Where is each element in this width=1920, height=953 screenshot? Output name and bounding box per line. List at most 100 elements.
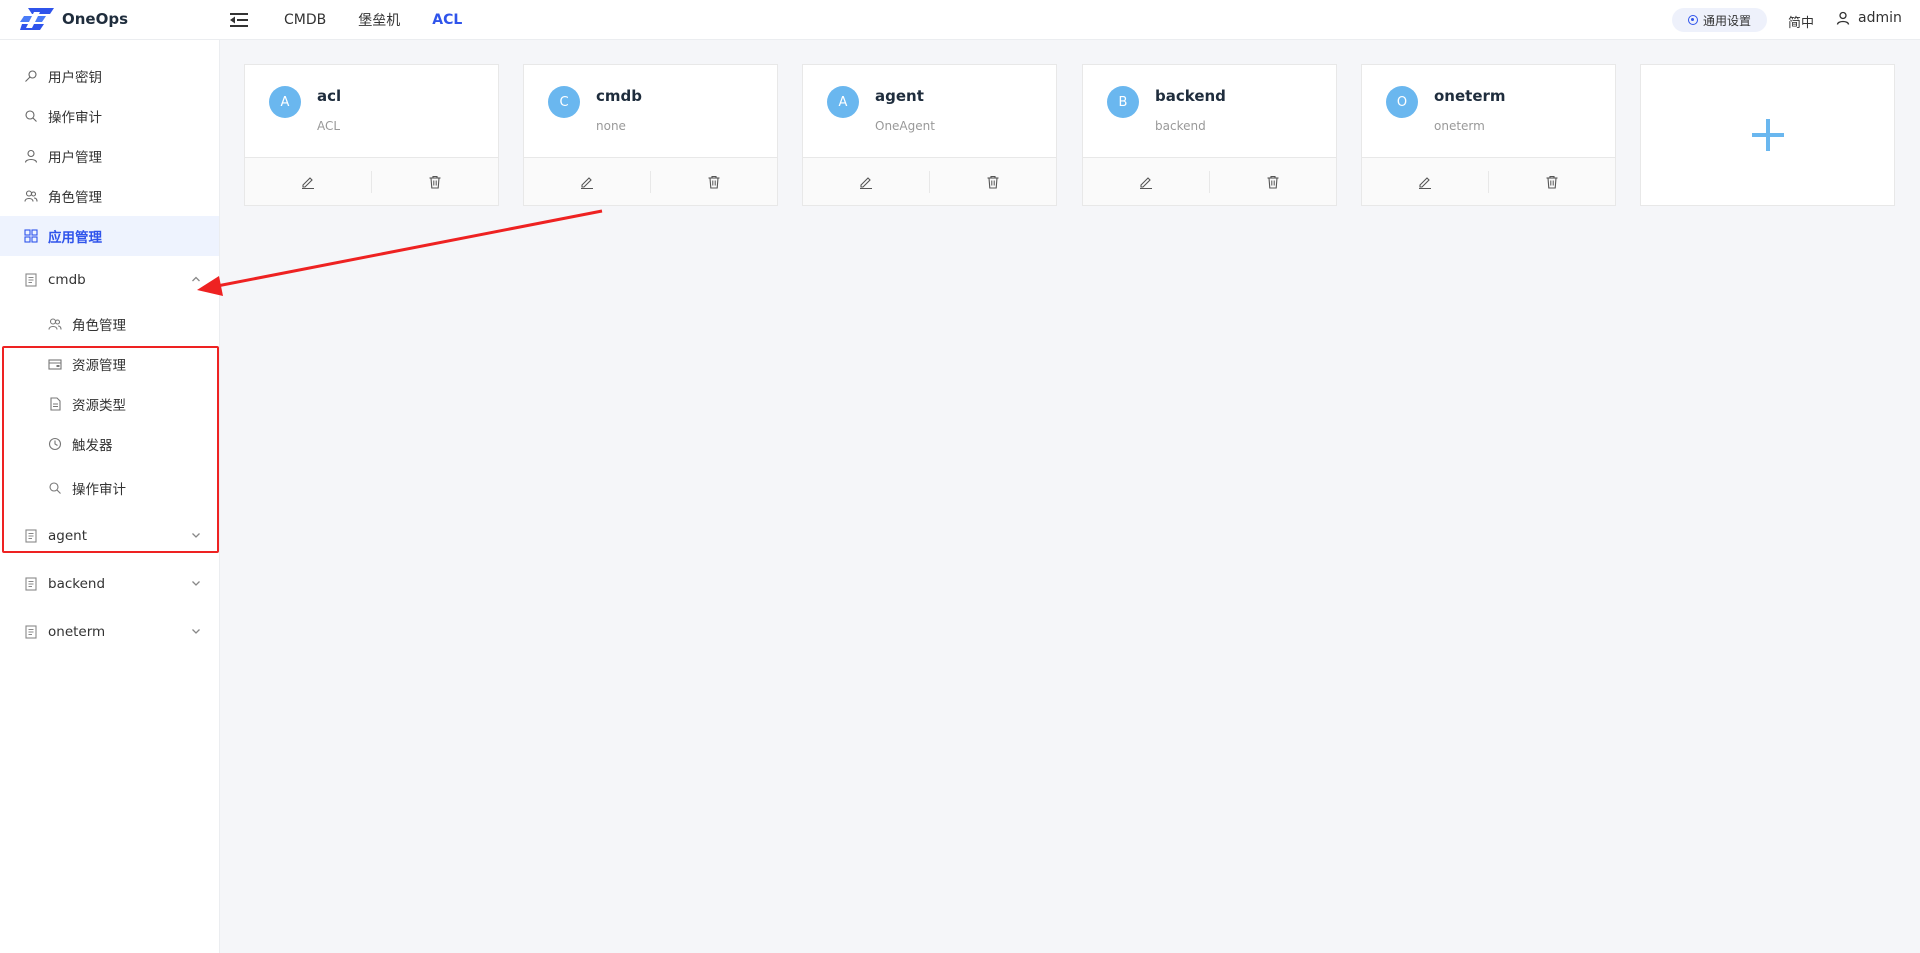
app-avatar: O (1386, 86, 1418, 118)
user-icon (24, 149, 38, 163)
nav-bastion[interactable]: 堡垒机 (358, 10, 400, 30)
sidebar-group-oneterm[interactable]: oneterm (0, 612, 219, 652)
app-card-oneterm[interactable]: O oneterm oneterm (1361, 64, 1616, 206)
edit-button[interactable] (1083, 170, 1209, 194)
edit-icon (1419, 176, 1431, 189)
sidebar-group-label: backend (48, 576, 106, 592)
sidebar-item-cmdb-resources[interactable]: 资源管理 (0, 344, 219, 384)
chevron-down-icon[interactable] (191, 530, 201, 540)
nav-cmdb[interactable]: CMDB (284, 12, 326, 28)
app-name: agent (875, 87, 924, 105)
delete-button[interactable] (1489, 170, 1615, 194)
sidebar-item-app-management[interactable]: 应用管理 (0, 216, 219, 256)
nav-acl[interactable]: ACL (432, 12, 462, 28)
app-card-actions (1083, 158, 1336, 205)
delete-button[interactable] (651, 170, 777, 194)
sidebar-item-user-keys[interactable]: 用户密钥 (0, 56, 219, 96)
sidebar-item-label: 触发器 (72, 438, 113, 454)
delete-button[interactable] (930, 170, 1056, 194)
app-avatar: A (269, 86, 301, 118)
sidebar-group-cmdb[interactable]: cmdb (0, 260, 219, 300)
add-app-button[interactable] (1640, 64, 1895, 206)
user-menu[interactable]: admin (1836, 10, 1902, 26)
document-icon (25, 577, 37, 591)
plus-icon (1751, 119, 1784, 151)
sidebar-item-label: 用户密钥 (48, 70, 102, 86)
sidebar-item-label: 资源类型 (72, 398, 126, 414)
chevron-down-icon[interactable] (191, 626, 201, 636)
sidebar-item-label: 资源管理 (72, 358, 126, 374)
oneops-logo-icon (20, 8, 54, 30)
edit-icon (581, 176, 593, 189)
app-description: OneAgent (875, 119, 935, 133)
document-icon (25, 625, 37, 639)
app-card-backend[interactable]: B backend backend (1082, 64, 1337, 206)
edit-button[interactable] (1362, 170, 1488, 194)
sidebar-item-cmdb-triggers[interactable]: 触发器 (0, 424, 219, 464)
app-name: OneOps (62, 10, 129, 28)
app-card-cmdb[interactable]: C cmdb none (523, 64, 778, 206)
app-card-actions (245, 158, 498, 205)
app-card-acl[interactable]: A acl ACL (244, 64, 499, 206)
general-settings-button[interactable]: 通用设置 (1672, 8, 1768, 32)
settings-label: 通用设置 (1703, 13, 1752, 28)
app-card-actions (1362, 158, 1615, 205)
app-card-body: A acl ACL (245, 65, 498, 158)
delete-button[interactable] (372, 170, 498, 194)
main-content: A acl ACL C cmdb none A agent OneAgent B… (220, 40, 1920, 953)
sidebar: 用户密钥 操作审计 用户管理 角色管理 应用管理 cmdb 角色管理 资源管理 … (0, 40, 220, 953)
app-card-actions (524, 158, 777, 205)
app-description: ACL (317, 119, 341, 133)
app-card-body: O oneterm oneterm (1362, 65, 1615, 158)
sidebar-item-label: 应用管理 (48, 230, 102, 246)
sidebar-item-cmdb-roles[interactable]: 角色管理 (0, 304, 219, 344)
trash-icon (708, 175, 720, 189)
sidebar-item-roles[interactable]: 角色管理 (0, 176, 219, 216)
app-avatar: A (827, 86, 859, 118)
search-icon (49, 482, 61, 494)
sidebar-item-label: 角色管理 (48, 190, 102, 206)
sidebar-item-label: 角色管理 (72, 318, 126, 334)
app-name: acl (317, 87, 342, 105)
sidebar-item-users[interactable]: 用户管理 (0, 136, 219, 176)
sidebar-group-agent[interactable]: agent (0, 516, 219, 556)
sidebar-group-backend[interactable]: backend (0, 564, 219, 604)
edit-icon (1140, 176, 1152, 189)
menu-collapse-icon[interactable] (228, 11, 250, 29)
user-name: admin (1858, 10, 1902, 26)
app-name: cmdb (596, 87, 642, 105)
chevron-up-icon[interactable] (191, 274, 201, 284)
sidebar-group-label: agent (48, 528, 87, 544)
edit-button[interactable] (803, 170, 929, 194)
wallet-icon (48, 359, 62, 370)
sidebar-item-label: 操作审计 (72, 482, 126, 498)
users-icon (24, 190, 38, 202)
trash-icon (1546, 175, 1558, 189)
app-description: none (596, 119, 626, 133)
app-name: oneterm (1434, 87, 1506, 105)
app-card-actions (803, 158, 1056, 205)
user-icon (1836, 11, 1850, 25)
sidebar-group-label: oneterm (48, 624, 106, 640)
delete-button[interactable] (1210, 170, 1336, 194)
app-card-body: C cmdb none (524, 65, 777, 158)
trash-icon (987, 175, 999, 189)
chevron-down-icon[interactable] (191, 578, 201, 588)
app-card-agent[interactable]: A agent OneAgent (802, 64, 1057, 206)
users-icon (48, 318, 62, 330)
search-icon (25, 110, 37, 122)
edit-button[interactable] (524, 170, 650, 194)
trash-icon (429, 175, 441, 189)
apps-icon (24, 229, 38, 243)
sidebar-item-cmdb-audit[interactable]: 操作审计 (0, 468, 219, 508)
document-icon (25, 529, 37, 543)
document-icon (25, 273, 37, 287)
edit-icon (302, 176, 314, 189)
edit-icon (860, 176, 872, 189)
edit-button[interactable] (245, 170, 371, 194)
language-switch[interactable]: 简中 (1788, 12, 1814, 31)
sidebar-item-cmdb-resource-types[interactable]: 资源类型 (0, 384, 219, 424)
app-logo[interactable]: OneOps (20, 8, 128, 30)
sidebar-item-audit[interactable]: 操作审计 (0, 96, 219, 136)
top-header: OneOps CMDB 堡垒机 ACL 通用设置 简中 admin (0, 0, 1920, 40)
